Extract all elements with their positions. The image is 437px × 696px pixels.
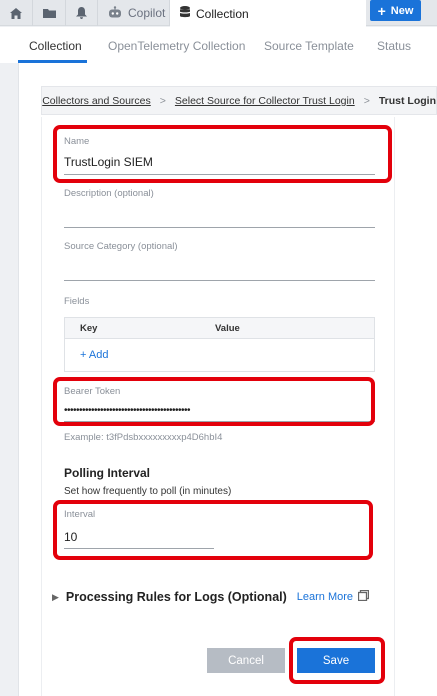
fields-label: Fields [64,296,90,307]
plus-icon: + [377,2,386,19]
processing-rules-title: Processing Rules for Logs (Optional) [65,590,287,604]
fields-table-header: Key Value [65,318,374,339]
external-link-icon [357,589,370,604]
bearer-token-highlight-box [53,377,375,426]
subtab-source-template[interactable]: Source Template [264,39,354,53]
copilot-icon [108,5,122,21]
source-category-input[interactable] [64,259,375,277]
interval-highlight-box [53,500,373,560]
bell-icon [76,7,87,19]
breadcrumb-separator: > [159,94,166,107]
processing-rules-toggle[interactable]: ▶ Processing Rules for Logs (Optional) L… [52,589,370,604]
source-category-input-underline [64,280,375,281]
name-highlight-box [53,125,392,183]
subtab-opentelemetry[interactable]: OpenTelemetry Collection [108,39,245,53]
tab-copilot[interactable]: Copilot [98,0,170,26]
alerts-button[interactable] [66,0,98,26]
polling-interval-subtitle: Set how frequently to poll (in minutes) [64,486,232,497]
value-column-header: Value [215,323,240,334]
description-input-underline [64,227,375,228]
bearer-token-helper: Example: t3fPdsbxxxxxxxxxp4D6hbI4 [64,432,223,443]
sub-tabs: Collection OpenTelemetry Collection Sour… [0,27,437,63]
key-column-header: Key [80,323,98,334]
save-highlight-box [289,637,385,684]
breadcrumb-separator: > [363,94,370,107]
subtab-status[interactable]: Status [377,39,411,53]
tab-collection[interactable]: Collection [170,0,366,27]
tab-collection-label: Collection [196,6,249,21]
learn-more-link[interactable]: Learn More [297,591,353,603]
description-label: Description (optional) [64,188,154,199]
folder-icon [42,8,56,18]
new-button[interactable]: + New [370,0,421,21]
tab-copilot-label: Copilot [128,6,166,20]
new-button-label: New [390,4,414,17]
fields-table: Key Value + Add [64,317,375,372]
cancel-button[interactable]: Cancel [207,648,285,673]
polling-interval-title: Polling Interval [64,466,151,480]
breadcrumb-select-source[interactable]: Select Source for Collector Trust Login [175,95,355,107]
database-icon [180,6,190,21]
breadcrumb-collectors-and-sources[interactable]: Collectors and Sources [42,95,151,107]
home-button[interactable] [0,0,33,26]
add-field-button[interactable]: + Add [80,349,108,361]
description-input[interactable] [64,206,375,224]
top-bar: Copilot Collection + New [0,0,437,27]
breadcrumb-current: Trust Login [378,94,436,107]
library-button[interactable] [33,0,66,26]
source-category-label: Source Category (optional) [64,241,178,252]
breadcrumb: Collectors and Sources > Select Source f… [41,86,437,115]
caret-right-icon: ▶ [52,591,59,602]
home-icon [10,7,22,19]
subtab-collection[interactable]: Collection [29,39,82,53]
